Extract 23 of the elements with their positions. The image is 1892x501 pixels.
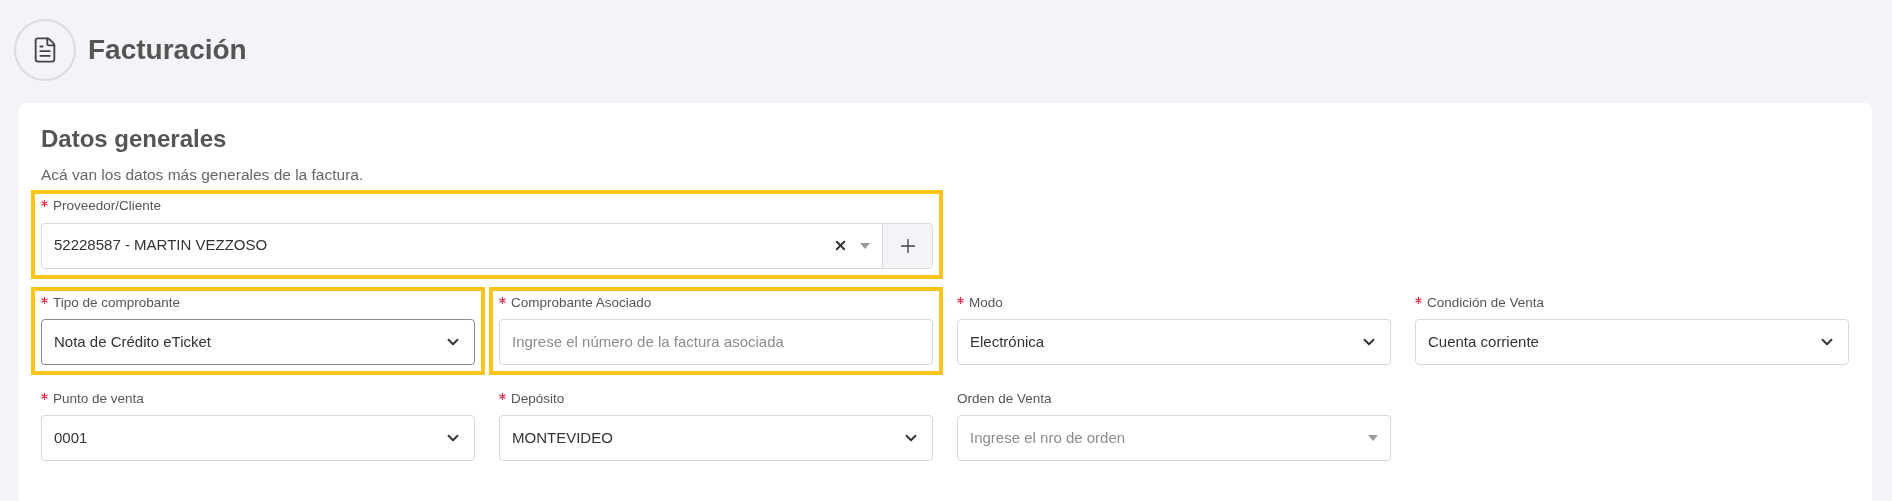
client-select[interactable]: 52228587 - MARTIN VEZZOSO (41, 222, 933, 269)
order-combobox[interactable]: Ingrese el nro de orden (957, 415, 1391, 461)
page-title: Facturación (88, 33, 247, 67)
select-field[interactable]: Cuenta corriente (1415, 318, 1849, 365)
section-description: Acá van los datos más generales de la factura. (40, 165, 365, 185)
add-button[interactable] (882, 223, 932, 268)
caret-icon (1368, 435, 1378, 441)
label-text: Orden de Venta (957, 389, 1052, 408)
clear-icon[interactable] (833, 238, 848, 253)
label-text: Tipo de comprobante (53, 293, 181, 312)
caret-icon (860, 242, 870, 249)
select-field[interactable]: Electrónica (957, 318, 1391, 365)
input-field[interactable]: Ingrese el número de la factura asociada (499, 318, 933, 365)
label-text: Condición de Venta (1427, 293, 1545, 312)
label-text: Depósito (511, 389, 565, 408)
section-title: Datos generales (40, 124, 228, 154)
select-field[interactable]: Nota de Crédito eTicket (41, 318, 475, 365)
select-field[interactable]: MONTEVIDEO (499, 415, 933, 461)
select-field[interactable]: 0001 (41, 415, 475, 461)
label-text: Punto de venta (53, 389, 144, 408)
label-text: Modo (969, 293, 1003, 312)
label-text: Proveedor/Cliente (53, 197, 162, 216)
label-text: Comprobante Asociado (511, 293, 652, 312)
